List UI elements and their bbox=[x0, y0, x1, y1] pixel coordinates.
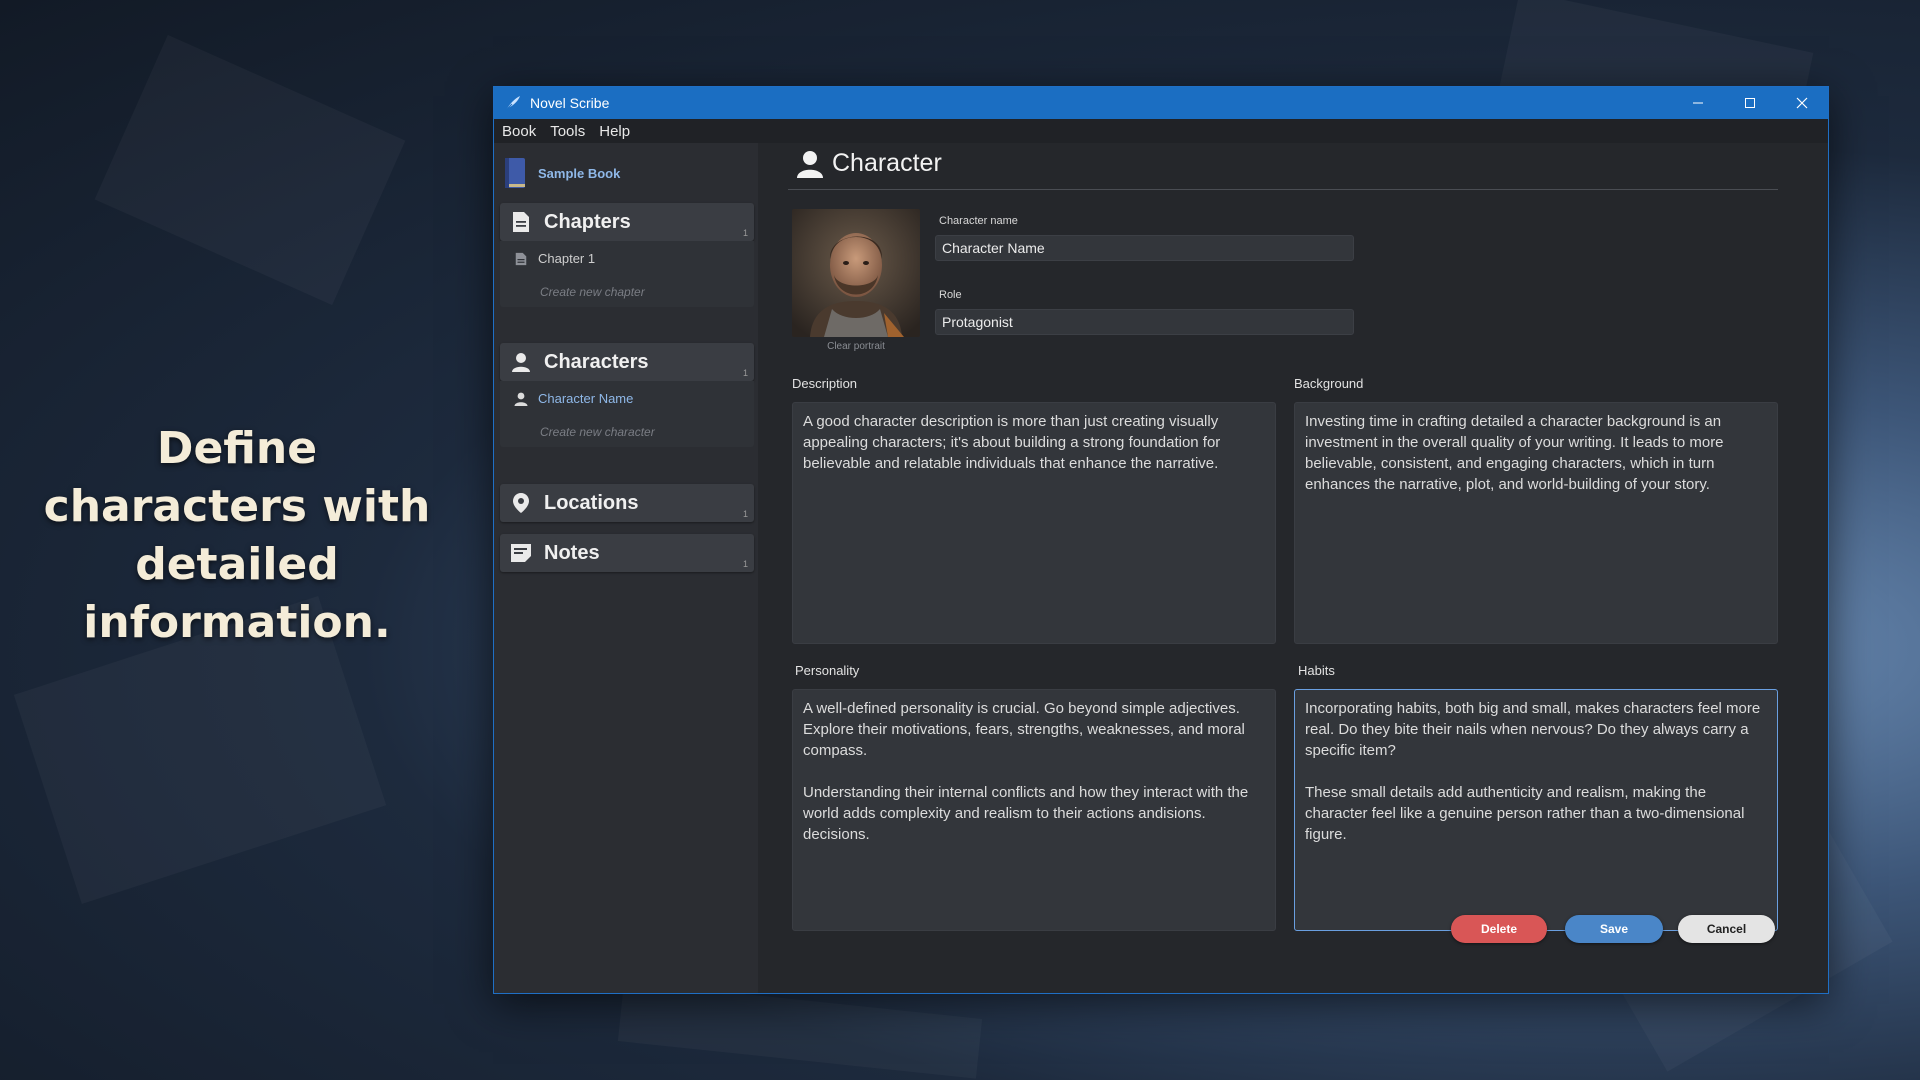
book-header[interactable]: Sample Book bbox=[502, 155, 620, 191]
personality-textarea[interactable]: A well-defined personality is crucial. G… bbox=[792, 689, 1276, 931]
page-title-text: Character bbox=[832, 149, 942, 177]
sidebar-item-chapter-1[interactable]: Chapter 1 bbox=[514, 251, 595, 266]
portrait-image bbox=[792, 209, 920, 337]
characters-list: Character Name Create new character bbox=[500, 381, 754, 447]
person-icon bbox=[514, 392, 528, 406]
title-divider bbox=[788, 189, 1778, 190]
window-title: Novel Scribe bbox=[530, 95, 610, 111]
app-window: Novel Scribe Book Tools Help Sample Book… bbox=[493, 86, 1829, 994]
description-label: Description bbox=[792, 376, 858, 391]
background-shard bbox=[618, 981, 982, 1078]
person-icon bbox=[512, 353, 530, 372]
notes-icon bbox=[511, 544, 531, 562]
sidebar-section-characters[interactable]: Characters 1 bbox=[500, 343, 754, 381]
document-icon bbox=[513, 212, 529, 232]
section-label: Chapters bbox=[544, 210, 631, 233]
habits-textarea[interactable]: Incorporating habits, both big and small… bbox=[1294, 689, 1778, 931]
quill-icon bbox=[505, 96, 520, 111]
chapters-list: Chapter 1 Create new chapter bbox=[500, 241, 754, 307]
section-label: Locations bbox=[544, 491, 639, 514]
book-icon bbox=[505, 158, 525, 188]
cancel-button[interactable]: Cancel bbox=[1678, 915, 1775, 943]
sidebar-section-notes[interactable]: Notes 1 bbox=[500, 534, 754, 572]
minimize-icon bbox=[1693, 102, 1703, 104]
section-label: Notes bbox=[544, 541, 600, 564]
sidebar: Sample Book Chapters 1 Chapter 1 Create … bbox=[494, 143, 758, 993]
section-count: 1 bbox=[742, 228, 748, 238]
delete-button[interactable]: Delete bbox=[1451, 915, 1547, 943]
location-pin-icon bbox=[513, 493, 529, 513]
create-new-chapter[interactable]: Create new chapter bbox=[540, 285, 645, 299]
description-textarea[interactable]: A good character description is more tha… bbox=[792, 402, 1276, 644]
character-editor: Character Clear portrait Character name … bbox=[758, 143, 1828, 993]
section-label: Characters bbox=[544, 350, 649, 373]
menu-help[interactable]: Help bbox=[592, 123, 637, 140]
background-shard bbox=[95, 35, 406, 305]
sidebar-item-character-name[interactable]: Character Name bbox=[514, 391, 633, 406]
section-count: 1 bbox=[742, 559, 748, 569]
role-input[interactable]: Protagonist bbox=[935, 309, 1354, 335]
page-title: Character bbox=[796, 149, 942, 178]
maximize-button[interactable] bbox=[1724, 87, 1776, 119]
document-icon bbox=[515, 252, 527, 265]
character-name-input[interactable]: Character Name bbox=[935, 235, 1354, 261]
title-bar: Novel Scribe bbox=[494, 87, 1828, 119]
list-item-label: Character Name bbox=[538, 391, 634, 406]
close-icon bbox=[1796, 97, 1808, 109]
minimize-button[interactable] bbox=[1672, 87, 1724, 119]
sidebar-section-locations[interactable]: Locations 1 bbox=[500, 484, 754, 522]
character-name-label: Character name bbox=[939, 215, 1018, 227]
list-item-label: Chapter 1 bbox=[538, 251, 596, 266]
clear-portrait-link[interactable]: Clear portrait bbox=[792, 341, 920, 352]
book-title: Sample Book bbox=[538, 165, 621, 181]
background-textarea[interactable]: Investing time in crafting detailed a ch… bbox=[1294, 402, 1778, 644]
habits-label: Habits bbox=[1298, 663, 1335, 678]
menu-tools[interactable]: Tools bbox=[543, 123, 592, 140]
background-label: Background bbox=[1294, 376, 1364, 391]
section-count: 1 bbox=[742, 368, 748, 378]
personality-label: Personality bbox=[795, 663, 860, 678]
maximize-icon bbox=[1745, 98, 1755, 108]
menu-book[interactable]: Book bbox=[494, 123, 543, 140]
sidebar-section-chapters[interactable]: Chapters 1 bbox=[500, 203, 754, 241]
section-count: 1 bbox=[742, 509, 748, 519]
person-icon bbox=[797, 150, 823, 178]
create-new-character[interactable]: Create new character bbox=[540, 425, 655, 439]
promo-caption: Define characters with detailed informat… bbox=[43, 423, 431, 648]
menu-bar: Book Tools Help bbox=[494, 119, 1828, 143]
save-button[interactable]: Save bbox=[1565, 915, 1663, 943]
close-button[interactable] bbox=[1776, 87, 1828, 119]
character-portrait[interactable] bbox=[792, 209, 920, 337]
role-label: Role bbox=[939, 289, 962, 301]
